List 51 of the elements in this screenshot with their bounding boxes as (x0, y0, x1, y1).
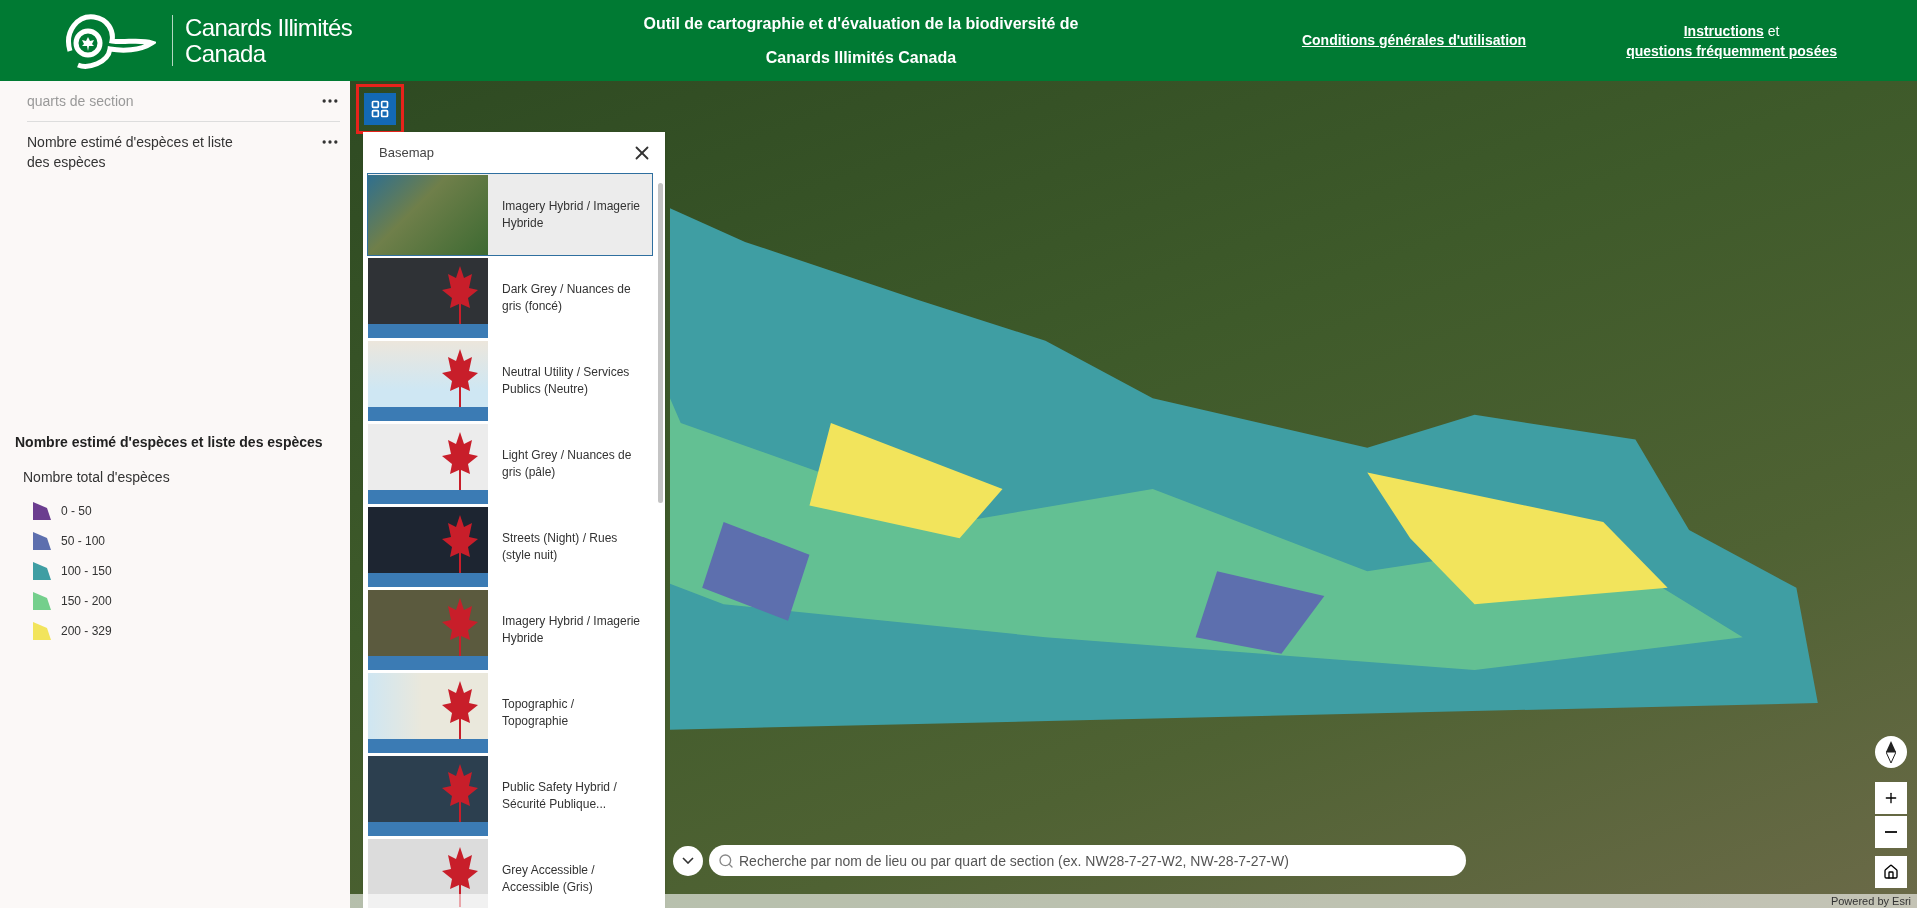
search-field[interactable]: Recherche par nom de lieu ou par quart de section (ex. NW28-7-27-W2, NW-28-7-27-W) (709, 845, 1466, 876)
basemap-label: Streets (Night) / Rues (style nuit) (502, 529, 619, 564)
logo-text: Canards Illimités (185, 15, 353, 41)
legend-label: 200 - 329 (61, 623, 112, 640)
maple-leaf-icon (442, 597, 478, 658)
maple-leaf-icon (442, 514, 478, 575)
legend-title: Nombre estimé d'espèces et liste des espèces (15, 433, 324, 452)
search-icon (718, 853, 734, 869)
app-title: Canards Illimités Canada (765, 47, 957, 68)
basemap-label: Grey Accessible / Accessible (Gris) (502, 861, 596, 896)
scrollbar[interactable] (658, 183, 663, 503)
terms-link[interactable]: Conditions générales d'utilisation (1301, 30, 1527, 51)
legend-subtitle: Nombre total d'espèces (23, 468, 171, 487)
home-icon (1883, 864, 1899, 880)
chevron-icon (682, 857, 694, 864)
maple-leaf-icon (442, 265, 478, 326)
instructions-link[interactable]: Instructions (1683, 22, 1764, 39)
basemap-item[interactable]: Grey Accessible / Accessible (Gris) (367, 837, 653, 908)
basemap-label: Light Grey / Nuances de gris (pâle) (502, 446, 633, 481)
expand-button[interactable] (673, 845, 703, 876)
home-button[interactable] (1875, 856, 1907, 888)
maple-leaf-icon (442, 763, 478, 824)
basemap-label: Imagery Hybrid / Imagerie Hybride (502, 197, 642, 232)
maple-leaf-icon (442, 846, 478, 907)
grid-icon (370, 99, 390, 119)
compass-button[interactable] (1875, 736, 1907, 768)
maple-leaf-icon (442, 680, 478, 741)
basemap-label: Topographic / Topographie (502, 695, 576, 730)
layer-title[interactable]: Nombre estimé d'espèces et liste des espèces (27, 132, 257, 172)
minus-icon (1885, 831, 1897, 833)
basemap-item[interactable]: Imagery Hybrid / Imagerie Hybride (367, 173, 653, 256)
compass-icon (1886, 741, 1896, 763)
maple-leaf-icon (442, 431, 478, 492)
attribution-text: Powered by Esri (1830, 894, 1911, 908)
panel-title: Basemap (379, 143, 434, 162)
basemap-label: Neutral Utility / Services Publics (Neutre) (502, 363, 631, 398)
basemap-label: Public Safety Hybrid / Sécurité Publique... (502, 778, 618, 813)
app-title: Outil de cartographie et d'évaluation de la biodiversité de (643, 13, 1079, 34)
joiner-text: et (1766, 22, 1780, 39)
legend-label: 50 - 100 (61, 533, 106, 550)
plus-icon (1883, 790, 1899, 806)
logo-text: Canada (185, 40, 267, 66)
maple-leaf-icon (442, 348, 478, 409)
legend-label: 100 - 150 (61, 563, 112, 580)
basemap-label: Imagery Hybrid / Imagerie Hybride (502, 612, 642, 647)
legend-label: 150 - 200 (61, 593, 112, 610)
zoom-out-button[interactable] (1875, 816, 1907, 848)
basemap-label: Dark Grey / Nuances de gris (foncé) (502, 280, 632, 315)
legend-label: 0 - 50 (61, 503, 92, 520)
faq-link[interactable]: questions fréquemment posées (1626, 40, 1837, 61)
zoom-in-button[interactable] (1875, 782, 1907, 814)
